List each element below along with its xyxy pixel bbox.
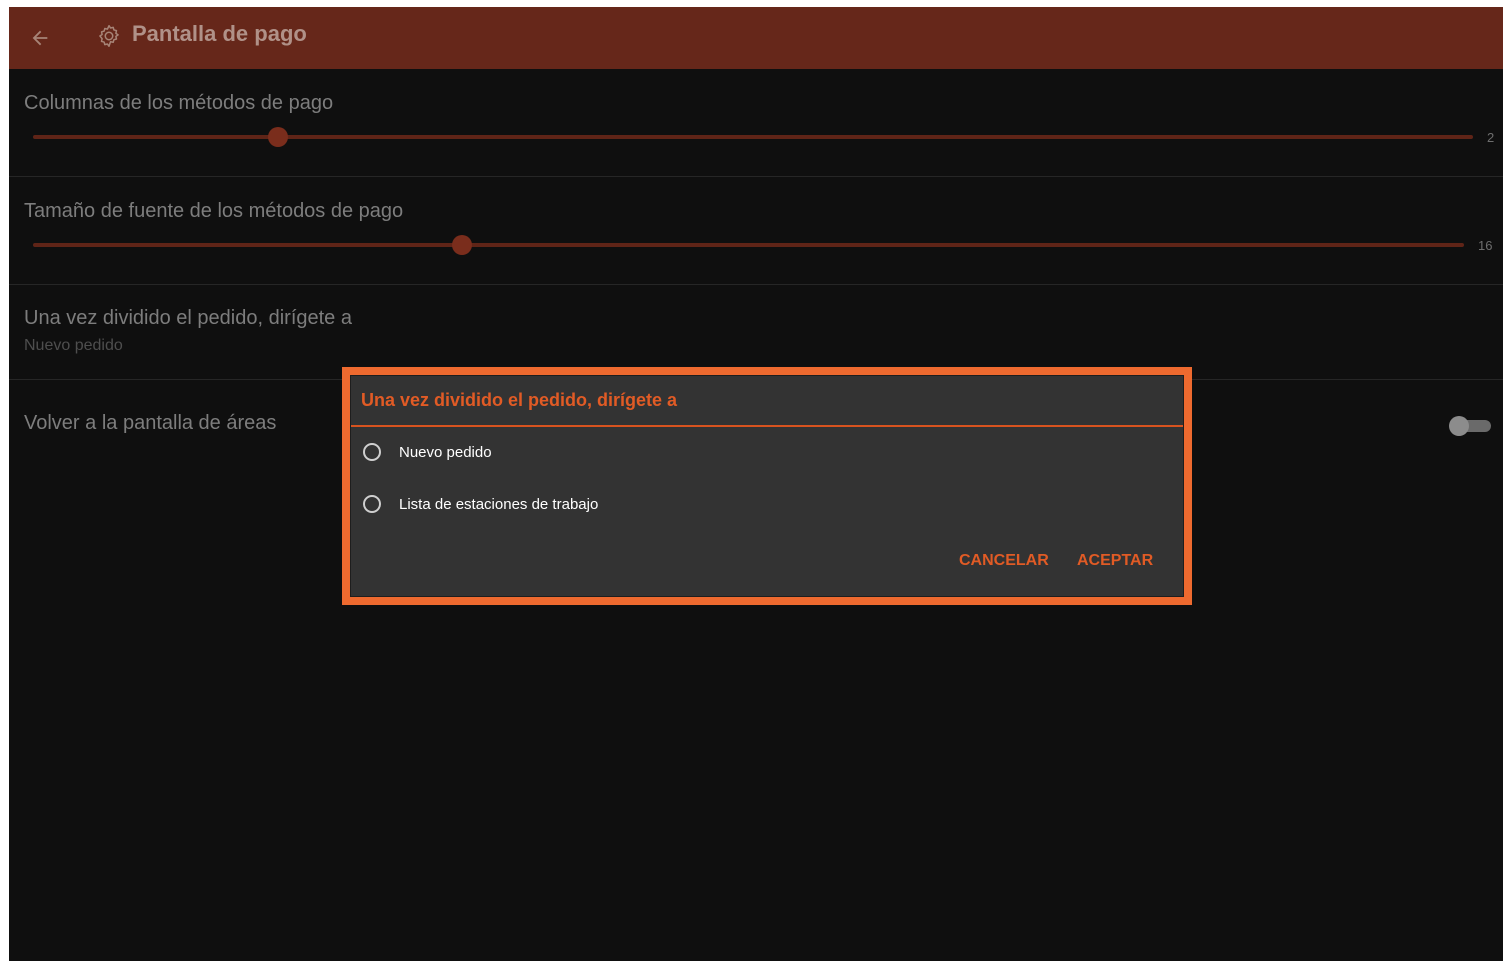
- slider-thumb[interactable]: [267, 127, 288, 147]
- option-nuevo-pedido[interactable]: Nuevo pedido: [361, 435, 861, 469]
- option-label: Nuevo pedido: [399, 443, 492, 461]
- columns-value: 2: [1487, 130, 1495, 145]
- toggle-knob: [1449, 416, 1469, 436]
- setting-font-size: Tamaño de fuente de los métodos de pago …: [9, 177, 1503, 285]
- setting-columns: Columnas de los métodos de pago 2: [9, 69, 1503, 177]
- cancel-button[interactable]: CANCELAR: [959, 552, 1049, 570]
- setting-font-size-label: Tamaño de fuente de los métodos de pago: [24, 200, 404, 222]
- page-title: Pantalla de pago: [132, 21, 307, 46]
- dialog-title: Una vez dividido el pedido, dirígete a: [361, 390, 678, 410]
- slider-track: [33, 135, 1473, 139]
- slider-track: [33, 243, 1464, 247]
- font-size-value: 16: [1478, 238, 1493, 253]
- radio-unchecked-icon[interactable]: [363, 443, 381, 461]
- gear-icon: [99, 24, 119, 48]
- columns-slider[interactable]: [33, 127, 1473, 147]
- arrow-left-icon: [32, 30, 48, 46]
- setting-after-split-value: Nuevo pedido: [24, 337, 123, 354]
- app-bar: Pantalla de pago: [9, 7, 1503, 69]
- radio-unchecked-icon[interactable]: [363, 495, 381, 513]
- option-lista-estaciones[interactable]: Lista de estaciones de trabajo: [361, 487, 861, 521]
- setting-after-split[interactable]: Una vez dividido el pedido, dirígete a N…: [9, 285, 1503, 380]
- setting-after-split-label: Una vez dividido el pedido, dirígete a: [24, 307, 352, 329]
- back-button[interactable]: [23, 21, 57, 55]
- slider-thumb[interactable]: [452, 235, 473, 255]
- accept-button[interactable]: ACEPTAR: [1077, 552, 1153, 570]
- return-areas-toggle[interactable]: [1449, 416, 1493, 436]
- setting-columns-label: Columnas de los métodos de pago: [24, 92, 334, 114]
- option-label: Lista de estaciones de trabajo: [399, 495, 599, 513]
- dialog-divider: [351, 425, 1183, 427]
- choice-dialog: Una vez dividido el pedido, dirígete a N…: [351, 376, 1183, 596]
- font-size-slider[interactable]: [33, 235, 1464, 255]
- setting-return-areas-label: Volver a la pantalla de áreas: [24, 412, 277, 434]
- dialog-highlight-frame: Una vez dividido el pedido, dirígete a N…: [342, 367, 1192, 605]
